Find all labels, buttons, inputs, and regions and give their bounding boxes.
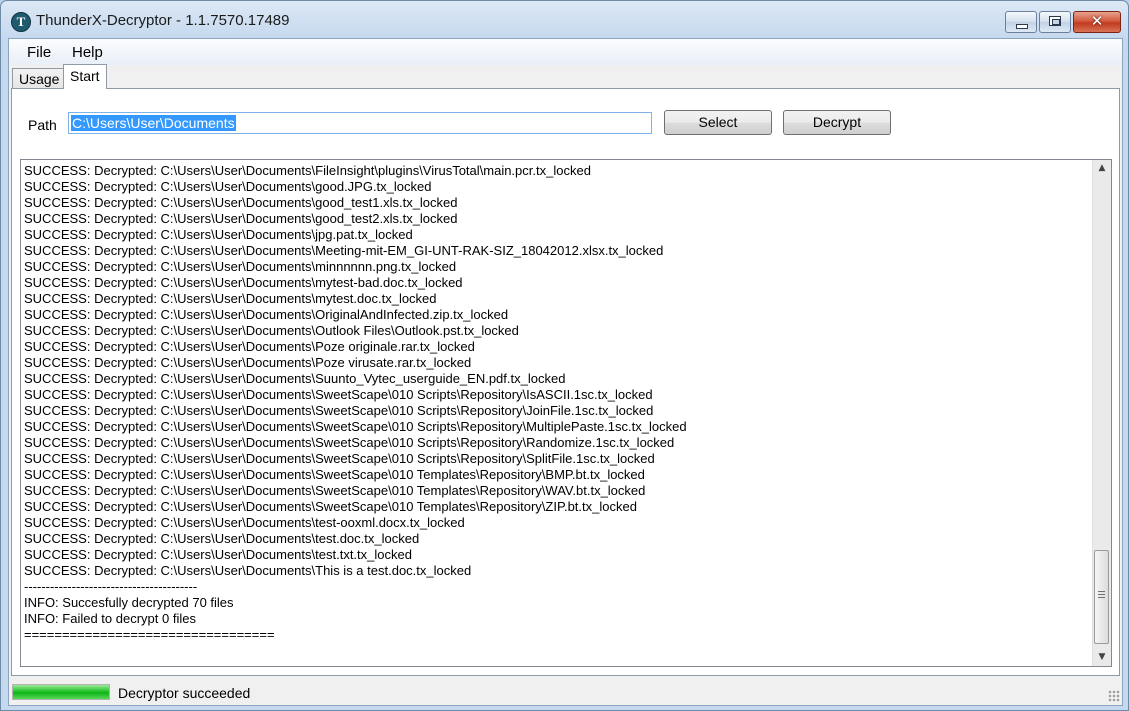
minimize-icon [1016, 24, 1028, 29]
log-line: SUCCESS: Decrypted: C:\Users\User\Docume… [24, 547, 412, 562]
log-line: SUCCESS: Decrypted: C:\Users\User\Docume… [24, 163, 591, 178]
log-output[interactable]: SUCCESS: Decrypted: C:\Users\User\Docume… [20, 159, 1112, 667]
scroll-up-arrow-icon[interactable]: ▲ [1093, 160, 1111, 177]
caption-buttons: ✕ [1003, 11, 1121, 33]
menu-file-label: File [27, 44, 52, 61]
log-line: SUCCESS: Decrypted: C:\Users\User\Docume… [24, 435, 675, 450]
status-text: Decryptor succeeded [118, 685, 251, 701]
minimize-button[interactable] [1005, 11, 1037, 33]
log-line: SUCCESS: Decrypted: C:\Users\User\Docume… [24, 339, 475, 354]
menu-help-label: Help [72, 44, 103, 61]
log-line: SUCCESS: Decrypted: C:\Users\User\Docume… [24, 291, 437, 306]
log-line: SUCCESS: Decrypted: C:\Users\User\Docume… [24, 387, 653, 402]
decrypt-button-label: Decrypt [812, 114, 862, 130]
log-line: SUCCESS: Decrypted: C:\Users\User\Docume… [24, 355, 472, 370]
maximize-button[interactable] [1039, 11, 1071, 33]
grip-icon [1098, 591, 1105, 600]
log-line: SUCCESS: Decrypted: C:\Users\User\Docume… [24, 403, 654, 418]
log-line: SUCCESS: Decrypted: C:\Users\User\Docume… [24, 499, 637, 514]
log-line: SUCCESS: Decrypted: C:\Users\User\Docume… [24, 227, 413, 242]
select-button-label: Select [698, 114, 738, 130]
select-button[interactable]: Select [664, 110, 772, 135]
log-line: SUCCESS: Decrypted: C:\Users\User\Docume… [24, 275, 463, 290]
client-area: File Help Usage Start Path C:\Users\User… [8, 38, 1123, 706]
status-bar: Decryptor succeeded [9, 676, 1122, 704]
scroll-down-arrow-icon[interactable]: ▼ [1093, 649, 1111, 666]
path-label: Path [28, 117, 57, 133]
log-line: SUCCESS: Decrypted: C:\Users\User\Docume… [24, 243, 664, 258]
tab-usage[interactable]: Usage [12, 68, 67, 89]
app-window: T ThunderX-Decryptor - 1.1.7570.17489 ✕ … [0, 0, 1129, 711]
log-line: ================================= [24, 627, 275, 642]
window-title: ThunderX-Decryptor - 1.1.7570.17489 [36, 12, 290, 29]
close-icon: ✕ [1090, 12, 1104, 30]
progress-fill [13, 685, 109, 699]
decrypt-button[interactable]: Decrypt [783, 110, 891, 135]
close-button[interactable]: ✕ [1073, 11, 1121, 33]
log-line: INFO: Failed to decrypt 0 files [24, 611, 196, 626]
log-line: ---------------------------------------- [24, 579, 198, 594]
tab-start-label: Start [70, 68, 100, 84]
shield-t-icon[interactable]: T [11, 12, 31, 32]
log-lines: SUCCESS: Decrypted: C:\Users\User\Docume… [24, 163, 1089, 643]
resize-grip-icon[interactable] [1108, 690, 1120, 702]
log-line: SUCCESS: Decrypted: C:\Users\User\Docume… [24, 211, 458, 226]
title-bar[interactable]: T ThunderX-Decryptor - 1.1.7570.17489 ✕ [1, 1, 1128, 38]
menu-help[interactable]: Help [72, 44, 103, 61]
progress-bar [12, 684, 110, 700]
path-input-value: C:\Users\User\Documents [71, 115, 236, 131]
tab-usage-label: Usage [19, 71, 60, 87]
menu-bar: File Help [9, 39, 1122, 65]
log-line: SUCCESS: Decrypted: C:\Users\User\Docume… [24, 419, 687, 434]
log-line: SUCCESS: Decrypted: C:\Users\User\Docume… [24, 371, 566, 386]
log-line: SUCCESS: Decrypted: C:\Users\User\Docume… [24, 531, 420, 546]
vertical-scrollbar[interactable]: ▲ ▼ [1092, 160, 1111, 666]
log-line: SUCCESS: Decrypted: C:\Users\User\Docume… [24, 563, 472, 578]
log-line: SUCCESS: Decrypted: C:\Users\User\Docume… [24, 467, 645, 482]
restore-icon [1049, 16, 1061, 26]
log-line: SUCCESS: Decrypted: C:\Users\User\Docume… [24, 451, 655, 466]
log-line: SUCCESS: Decrypted: C:\Users\User\Docume… [24, 323, 519, 338]
log-line: SUCCESS: Decrypted: C:\Users\User\Docume… [24, 259, 457, 274]
path-input[interactable]: C:\Users\User\Documents [68, 112, 652, 134]
tab-start[interactable]: Start [63, 64, 107, 89]
menu-file[interactable]: File [27, 44, 51, 61]
log-line: SUCCESS: Decrypted: C:\Users\User\Docume… [24, 179, 432, 194]
log-line: SUCCESS: Decrypted: C:\Users\User\Docume… [24, 483, 646, 498]
start-tab-panel: Path C:\Users\User\Documents Select Decr… [11, 88, 1120, 676]
log-line: SUCCESS: Decrypted: C:\Users\User\Docume… [24, 515, 465, 530]
scrollbar-thumb[interactable] [1094, 550, 1109, 644]
log-line: INFO: Succesfully decrypted 70 files [24, 595, 234, 610]
tab-strip: Usage Start [9, 64, 1122, 89]
log-line: SUCCESS: Decrypted: C:\Users\User\Docume… [24, 307, 509, 322]
log-line: SUCCESS: Decrypted: C:\Users\User\Docume… [24, 195, 458, 210]
